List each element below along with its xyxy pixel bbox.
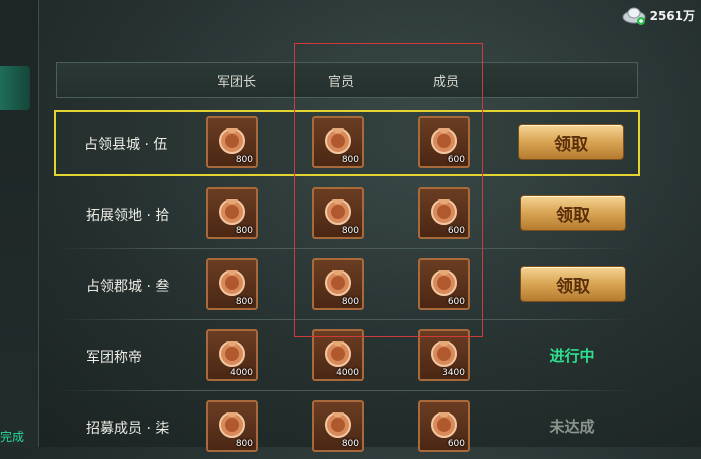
task-label: 拓展领地 · 拾 [86,208,170,224]
table-header: 军团长 官员 成员 [56,62,638,98]
reward-item[interactable]: 4000 [312,329,364,381]
medal-icon [431,199,457,225]
header-officer: 官员 [328,75,355,90]
task-label: 军团称帝 [86,350,142,366]
reward-count: 4000 [230,368,253,378]
medal-icon [325,341,351,367]
claim-button[interactable]: 领取 [518,124,624,160]
reward-item[interactable]: 800 [312,187,364,239]
silver-ingot-icon [622,4,646,26]
reward-count: 800 [341,439,359,449]
medal-icon [431,341,457,367]
table-row: 军团称帝 4000 4000 3400 进行中 [56,324,636,388]
reward-item[interactable]: 4000 [206,329,258,381]
reward-item[interactable]: 600 [418,187,470,239]
header-legion-leader: 军团长 [217,75,257,90]
table-row: 招募成员 · 柒 800 800 600 未达成 [56,395,636,459]
medal-icon [325,199,351,225]
left-status-text: 完成 [0,430,25,444]
reward-count: 600 [447,155,465,165]
medal-icon [431,270,457,296]
currency-display: 2561万 [622,4,695,26]
medal-icon [219,128,245,154]
reward-count: 800 [341,226,359,236]
table-row: 占领县城 · 伍 800 800 600 领取 [54,110,640,176]
table-row: 拓展领地 · 拾 800 800 600 领取 [56,182,636,246]
row-divider [56,248,636,249]
reward-item[interactable]: 800 [312,116,364,168]
reward-count: 800 [341,297,359,307]
status-in-progress: 进行中 [549,347,595,365]
medal-icon [219,341,245,367]
reward-count: 600 [447,226,465,236]
reward-item[interactable]: 800 [206,187,258,239]
reward-count: 600 [447,297,465,307]
reward-count: 4000 [336,368,359,378]
reward-item[interactable]: 3400 [418,329,470,381]
medal-icon [431,128,457,154]
reward-item[interactable]: 800 [312,400,364,452]
reward-item[interactable]: 600 [418,116,470,168]
medal-icon [325,412,351,438]
currency-amount: 2561万 [649,8,695,23]
medal-icon [219,412,245,438]
reward-item[interactable]: 800 [206,258,258,310]
reward-count: 800 [341,155,359,165]
medal-icon [325,128,351,154]
task-label: 占领郡城 · 叁 [86,279,170,295]
medal-icon [325,270,351,296]
row-divider [56,390,636,391]
claim-button[interactable]: 领取 [520,266,626,302]
reward-count: 800 [235,439,253,449]
claim-button[interactable]: 领取 [520,195,626,231]
reward-count: 800 [235,297,253,307]
medal-icon [219,199,245,225]
task-label: 占领县城 · 伍 [84,137,168,153]
medal-icon [219,270,245,296]
reward-item[interactable]: 800 [206,116,258,168]
reward-item[interactable]: 800 [312,258,364,310]
reward-count: 600 [447,439,465,449]
status-not-achieved: 未达成 [549,418,595,436]
table-row: 占领郡城 · 叁 800 800 600 领取 [56,253,636,317]
medal-icon [431,412,457,438]
task-label: 招募成员 · 柒 [86,421,170,437]
reward-count: 800 [235,155,253,165]
reward-count: 3400 [442,368,465,378]
reward-item[interactable]: 600 [418,400,470,452]
left-side-tab[interactable] [0,66,30,110]
reward-item[interactable]: 600 [418,258,470,310]
row-divider [56,319,636,320]
header-member: 成员 [433,75,460,90]
reward-count: 800 [235,226,253,236]
reward-item[interactable]: 800 [206,400,258,452]
